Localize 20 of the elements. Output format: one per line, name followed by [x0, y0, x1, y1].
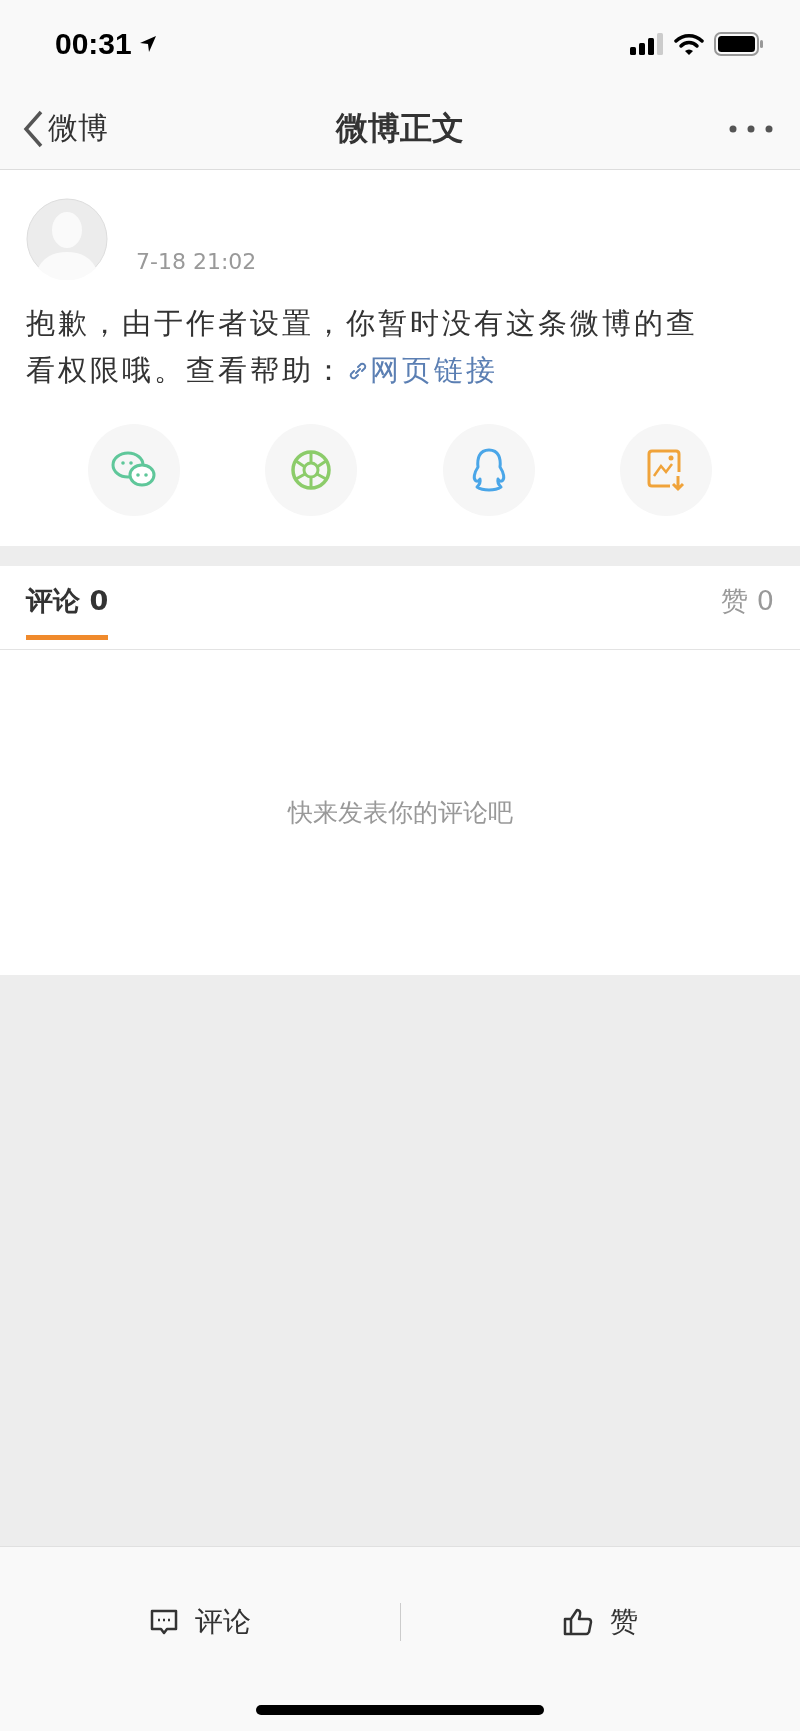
post-timestamp: 7-18 21:02 — [136, 249, 257, 274]
post-text: 抱歉，由于作者设置，你暂时没有这条微博的查看权限哦。查看帮助： 网页链接 — [26, 305, 699, 389]
like-button[interactable]: 赞 — [400, 1602, 800, 1642]
signal-icon — [630, 33, 664, 55]
tab[interactable]: 评论 0 — [26, 575, 109, 640]
comment-button[interactable]: 评论 — [0, 1602, 400, 1642]
image-download-icon — [646, 448, 686, 492]
more-icon[interactable] — [728, 123, 774, 134]
page-title: 微博正文 — [336, 107, 464, 149]
avatar[interactable] — [26, 198, 108, 280]
back-button[interactable]: 微博 — [22, 108, 108, 149]
back-chevron-icon — [22, 109, 44, 148]
aperture-icon — [289, 448, 334, 492]
empty-comments-message: 快来发表你的评论吧 — [287, 797, 513, 829]
battery-icon — [714, 32, 764, 56]
wifi-icon — [674, 33, 704, 55]
web-link[interactable]: 网页链接 — [346, 353, 498, 387]
status-time: 00:31 — [55, 27, 132, 61]
comment-icon — [148, 1607, 179, 1637]
thumbs-up-icon — [562, 1606, 595, 1638]
